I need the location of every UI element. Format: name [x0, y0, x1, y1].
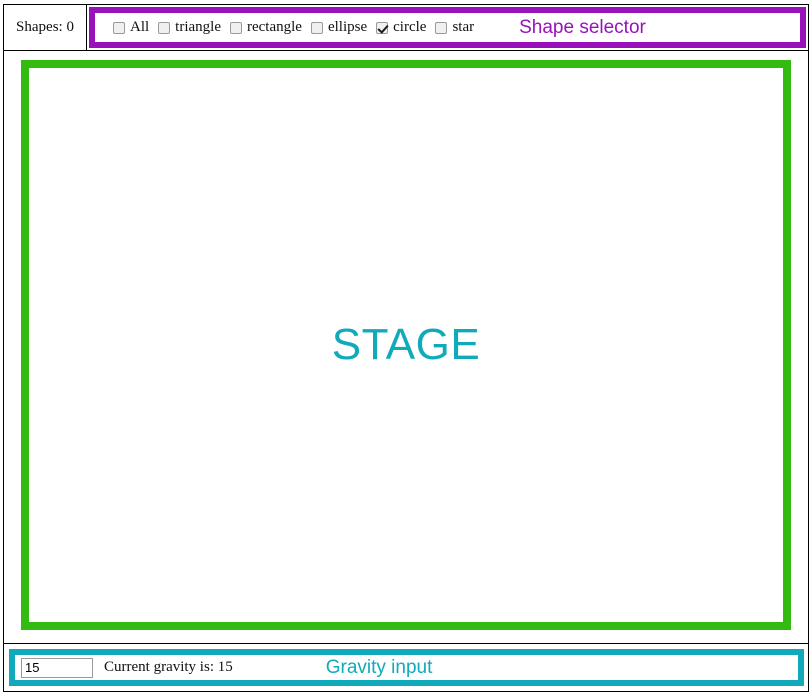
checkbox-item-ellipse[interactable]: ellipse: [310, 19, 368, 36]
shape-selector-caption: Shape selector: [519, 16, 646, 38]
gravity-input[interactable]: [21, 657, 93, 678]
checkbox-label-all: All: [130, 19, 150, 35]
checkbox-label-circle: circle: [393, 19, 427, 35]
checkbox-label-rectangle: rectangle: [247, 19, 302, 35]
shapes-counter-label: Shapes: 0: [16, 19, 74, 35]
stage-container: STAGE: [3, 51, 809, 643]
stage-label: STAGE: [331, 320, 481, 369]
gravity-input-caption: Gravity input: [325, 656, 433, 678]
top-toolbar: Shapes: 0 All triangle rectangle ellipse…: [3, 4, 809, 51]
application-window: Shapes: 0 All triangle rectangle ellipse…: [0, 0, 812, 696]
checkbox-rectangle[interactable]: [230, 21, 242, 34]
checkbox-label-star: star: [452, 19, 475, 35]
checkbox-ellipse[interactable]: [310, 21, 323, 34]
gravity-input-panel: Current gravity is: 15 Gravity input: [9, 649, 804, 686]
shape-selector-panel: All triangle rectangle ellipse circle st…: [89, 7, 806, 48]
checkbox-star[interactable]: [435, 21, 448, 34]
checkbox-item-circle[interactable]: circle: [376, 19, 426, 36]
gravity-readout-label: Current gravity is: 15: [104, 659, 233, 675]
checkbox-label-ellipse: ellipse: [327, 19, 368, 35]
checkbox-item-rectangle[interactable]: rectangle: [230, 19, 302, 36]
checkbox-label-triangle: triangle: [175, 19, 221, 35]
shapes-counter: Shapes: 0: [4, 5, 87, 50]
checkbox-triangle[interactable]: [158, 21, 171, 34]
checkbox-circle[interactable]: [376, 21, 389, 34]
checkbox-item-triangle[interactable]: triangle: [158, 19, 221, 36]
checkbox-item-star[interactable]: star: [435, 19, 474, 36]
checkbox-item-all[interactable]: All: [113, 19, 149, 36]
checkbox-all[interactable]: [113, 21, 125, 34]
stage-canvas[interactable]: STAGE: [21, 60, 791, 630]
shape-checkbox-group: All triangle rectangle ellipse circle st…: [113, 19, 483, 36]
bottom-toolbar: Current gravity is: 15 Gravity input: [3, 643, 809, 692]
